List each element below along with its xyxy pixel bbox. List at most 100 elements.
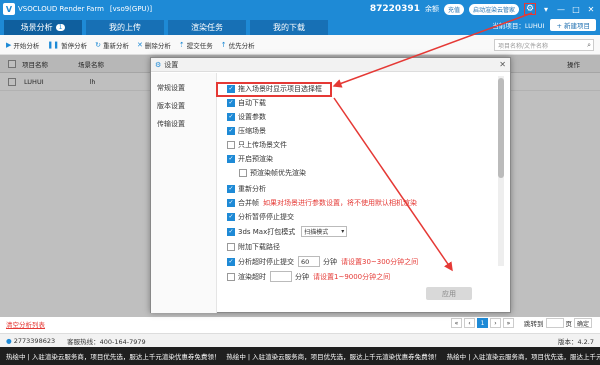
settings-icon: ⚙ bbox=[155, 60, 162, 69]
sidebar-item-transfer[interactable]: 传输设置 bbox=[151, 115, 216, 133]
tab-scene-analysis[interactable]: 场景分析 1 bbox=[4, 20, 82, 35]
checkbox[interactable]: ✓ bbox=[227, 155, 235, 163]
option-render-timeout[interactable]: 渲染超时 分钟 请设置1~9000分钟之间 bbox=[227, 271, 390, 282]
tab-badge: 1 bbox=[55, 24, 66, 31]
option-analysis-timeout[interactable]: ✓ 分析超时停止提交 60 分钟 请设置30~300分钟之间 bbox=[227, 256, 418, 267]
checkbox[interactable] bbox=[227, 141, 235, 149]
tab-label: 渲染任务 bbox=[191, 23, 223, 32]
new-project-button[interactable]: + 新建项目 bbox=[550, 19, 596, 31]
option-upload-only-scene[interactable]: 只上传场景文件 bbox=[227, 140, 287, 150]
checkbox[interactable] bbox=[227, 272, 235, 281]
checkbox[interactable]: ✓ bbox=[227, 257, 235, 266]
checkbox[interactable]: ✓ bbox=[227, 213, 235, 221]
first-page-button[interactable]: « bbox=[451, 318, 462, 328]
sidebar-item-version[interactable]: 版本设置 bbox=[151, 97, 216, 115]
option-attach-download[interactable]: 附加下载路径 bbox=[227, 242, 280, 252]
settings-options: ✓ 拖入场景时显示项目选择框 ✓ 自动下载 ✓ 设置参数 ✓ 压缩场景 只上传场景文件 … bbox=[221, 76, 501, 286]
checkbox[interactable]: ✓ bbox=[227, 227, 235, 236]
wifi-icon: ▾ bbox=[543, 4, 548, 14]
ticker-text-3: 热绘中 | 入驻渲染云服务商，项目优先选，服达上千元渲染优惠券免费领！ bbox=[446, 353, 600, 361]
minimize-button[interactable]: — bbox=[556, 5, 566, 14]
dialog-close-icon[interactable]: ✕ bbox=[499, 60, 506, 69]
checkbox[interactable] bbox=[239, 169, 247, 177]
priority-analysis-button[interactable]: ↑ 优先分析 bbox=[221, 40, 255, 50]
timeout-hint: 请设置30~300分钟之间 bbox=[341, 257, 419, 266]
option-max-mode[interactable]: ✓ 3ds Max打包模式 扫描模式 ▾ bbox=[227, 226, 348, 237]
sidebar-item-general[interactable]: 常规设置 bbox=[151, 79, 216, 97]
prev-page-button[interactable]: ‹ bbox=[464, 318, 475, 328]
top-up-button[interactable]: 充值 bbox=[443, 3, 464, 15]
tool-label: 优先分析 bbox=[228, 41, 255, 50]
checkbox[interactable]: ✓ bbox=[227, 185, 235, 193]
option-reanalyze[interactable]: ✓ 重新分析 bbox=[227, 184, 266, 194]
qq-number: ● 2773398623 bbox=[6, 337, 55, 345]
apply-button[interactable]: 应用 bbox=[426, 287, 472, 300]
tab-my-download[interactable]: 我的下载 bbox=[250, 20, 328, 35]
start-analysis-button[interactable]: ▶ 开始分析 bbox=[6, 40, 39, 50]
jump-confirm-button[interactable]: 确定 bbox=[574, 318, 592, 328]
option-merge-frames[interactable]: ✓ 合并帧 如果对场景进行参数设置，将不使用默认相机渲染 bbox=[227, 198, 417, 208]
option-label: 分析暂停停止提交 bbox=[238, 213, 294, 221]
current-project-selector[interactable]: 当前项目：LUHUI bbox=[492, 20, 544, 30]
tool-label: 开始分析 bbox=[13, 41, 40, 50]
current-page[interactable]: 1 bbox=[477, 318, 488, 328]
option-label: 分析超时停止提交 bbox=[238, 257, 294, 266]
option-auto-download[interactable]: ✓ 自动下载 bbox=[227, 98, 266, 108]
option-prerender-priority[interactable]: 预渲染帧优先渲染 bbox=[239, 168, 306, 178]
tab-label: 我的上传 bbox=[109, 23, 141, 32]
option-label: 重新分析 bbox=[238, 185, 266, 193]
option-label: 附加下载路径 bbox=[238, 243, 280, 251]
title-bar: V VSOCLOUD Render Farm [vso9(GPU)] 87220… bbox=[0, 0, 600, 18]
jump-to-label: 跳转到 bbox=[524, 320, 544, 328]
close-button[interactable]: ✕ bbox=[586, 5, 596, 14]
clear-analysis-list-link[interactable]: 清空分析列表 bbox=[6, 319, 45, 329]
option-settings-params[interactable]: ✓ 设置参数 bbox=[227, 112, 266, 122]
pause-icon: ❚❚ bbox=[47, 40, 60, 49]
tab-my-upload[interactable]: 我的上传 bbox=[86, 20, 164, 35]
status-bar: ● 2773398623 客服热线：400-164-7979 版本：4.2.7 bbox=[0, 333, 600, 347]
option-compress-scene[interactable]: ✓ 压缩场景 bbox=[227, 126, 266, 136]
settings-scrollbar[interactable] bbox=[498, 76, 504, 266]
checkbox[interactable]: ✓ bbox=[227, 113, 235, 121]
app-logo-icon: V bbox=[3, 3, 15, 15]
settings-gear-icon[interactable]: ⚙ bbox=[524, 3, 536, 15]
project-tag: [vso9(GPU)] bbox=[109, 5, 153, 13]
render-hint: 请设置1~9000分钟之间 bbox=[313, 272, 391, 281]
tab-render-tasks[interactable]: 渲染任务 bbox=[168, 20, 246, 35]
select-value: 扫描模式 bbox=[304, 229, 329, 236]
delete-analysis-button[interactable]: ✕ 删除分析 bbox=[137, 40, 171, 50]
option-label: 压缩场景 bbox=[238, 127, 266, 135]
tool-label: 删除分析 bbox=[144, 41, 171, 50]
next-page-button[interactable]: › bbox=[490, 318, 501, 328]
pause-analysis-button[interactable]: ❚❚ 暂停分析 bbox=[47, 40, 87, 50]
search-input[interactable]: 项目名称/文件名称 ⌕ bbox=[494, 39, 594, 51]
dialog-title: 设置 bbox=[164, 60, 179, 69]
checkbox[interactable]: ✓ bbox=[227, 99, 235, 107]
analysis-timeout-input[interactable]: 60 bbox=[298, 256, 320, 267]
highlight-box bbox=[216, 82, 332, 97]
render-timeout-input[interactable] bbox=[270, 271, 292, 282]
reanalyze-button[interactable]: ↻ 重新分析 bbox=[95, 40, 129, 50]
merge-hint: 如果对场景进行参数设置，将不使用默认相机渲染 bbox=[263, 199, 417, 207]
option-enable-prerender[interactable]: ✓ 开启预渲染 bbox=[227, 154, 273, 164]
dialog-title-bar: ⚙ 设置 bbox=[151, 58, 510, 72]
toolbar: ▶ 开始分析 ❚❚ 暂停分析 ↻ 重新分析 ✕ 删除分析 ⇡ 提交任务 ↑ 优先分析 项目名… bbox=[0, 35, 600, 55]
version-label: 版本：4.2.7 bbox=[557, 337, 594, 346]
checkbox[interactable]: ✓ bbox=[227, 199, 235, 207]
page-number-input[interactable] bbox=[545, 318, 564, 328]
option-label: 开启预渲染 bbox=[238, 155, 273, 163]
option-pause-analysis-submit[interactable]: ✓ 分析暂停停止提交 bbox=[227, 212, 294, 222]
ticker-text-1: 热绘中 | 入驻渲染云服务商，项目优先选，服达上千元渲染优惠券免费领！ bbox=[6, 353, 221, 361]
last-page-button[interactable]: » bbox=[503, 318, 514, 328]
search-icon[interactable]: ⌕ bbox=[587, 41, 591, 50]
render-butler-button[interactable]: 启动渲染云管家 bbox=[468, 3, 519, 15]
priority-icon: ↑ bbox=[220, 40, 227, 49]
checkbox[interactable]: ✓ bbox=[227, 127, 235, 135]
scroll-thumb[interactable] bbox=[498, 78, 504, 178]
submit-task-button[interactable]: ⇡ 提交任务 bbox=[179, 40, 213, 50]
checkbox[interactable] bbox=[227, 243, 235, 251]
balance-label[interactable]: 余额 bbox=[425, 4, 439, 14]
news-ticker[interactable]: 热绘中 | 入驻渲染云服务商，项目优先选，服达上千元渲染优惠券免费领！ 热绘中 … bbox=[0, 347, 600, 365]
maximize-button[interactable]: □ bbox=[571, 5, 581, 14]
max-mode-select[interactable]: 扫描模式 ▾ bbox=[301, 226, 348, 237]
